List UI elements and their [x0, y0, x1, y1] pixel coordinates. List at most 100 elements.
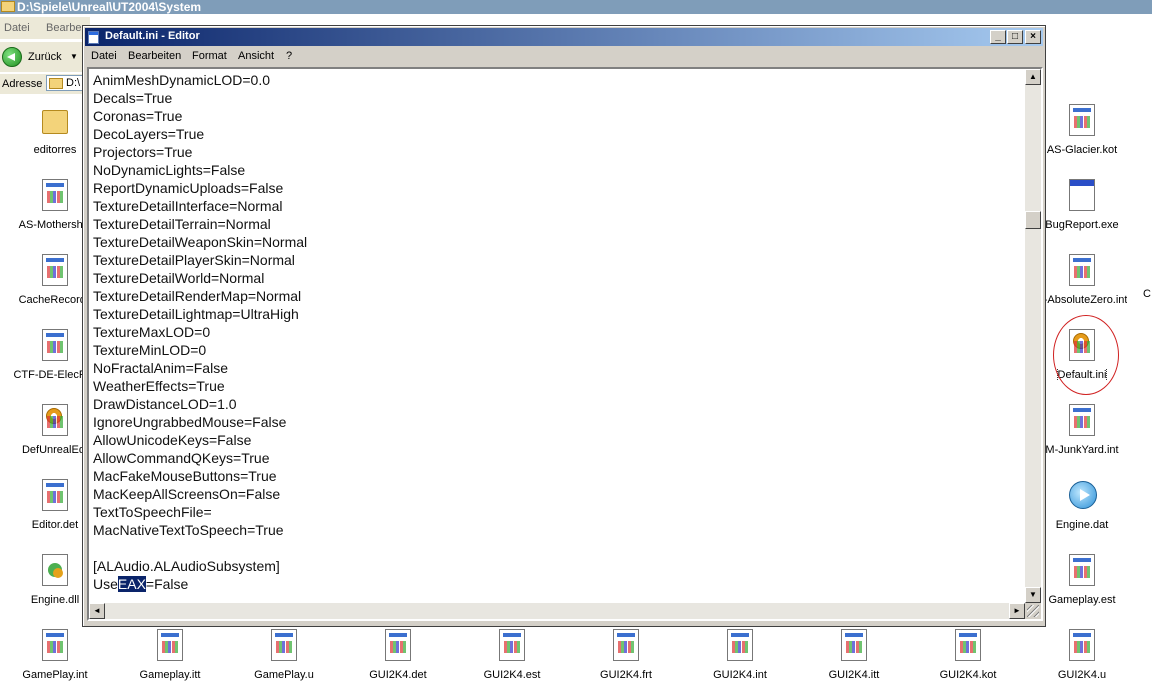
text-line-with-selection: UseEAX=False: [93, 575, 1023, 593]
file-label: GUI2K4.det: [369, 669, 427, 681]
file-label: GUI2K4.itt: [828, 669, 880, 681]
dll-file-icon: [42, 554, 68, 586]
file-item[interactable]: GUI2K4.frt: [581, 629, 671, 699]
text-line: TextureDetailRenderMap=Normal: [93, 288, 302, 304]
scroll-down-button[interactable]: ▼: [1025, 587, 1041, 603]
menu-help[interactable]: ?: [286, 50, 292, 62]
text-line: TextureDetailWorld=Normal: [93, 270, 265, 286]
config-file-icon: [841, 629, 867, 661]
text-line: TextureDetailInterface=Normal: [93, 198, 283, 214]
address-value: D:\: [66, 77, 81, 89]
file-item[interactable]: Gameplay.itt: [125, 629, 215, 699]
explorer-toolbar: Zurück ▼: [0, 42, 90, 72]
text-line: [93, 539, 1023, 557]
address-label: Adresse: [2, 78, 43, 90]
file-item[interactable]: GUI2K4.itt: [809, 629, 899, 699]
text-line: Projectors=True: [93, 144, 193, 160]
file-label-cutoff: C: [1143, 288, 1151, 300]
menu-bearbeiten[interactable]: Bearbeiten: [128, 50, 181, 62]
vertical-scroll-thumb[interactable]: [1025, 210, 1041, 229]
back-label: Zurück: [28, 51, 62, 63]
file-label: GUI2K4.kot: [939, 669, 997, 681]
notepad-menu-bar: Datei Bearbeiten Format Ansicht ?: [85, 47, 1043, 66]
notepad-title-bar[interactable]: Default.ini - Editor _ □ ×: [85, 28, 1043, 46]
menu-datei[interactable]: Datei: [91, 50, 117, 62]
vertical-scrollbar[interactable]: ▲ ▼: [1025, 69, 1041, 603]
file-item[interactable]: M-JunkYard.int: [1037, 404, 1127, 474]
file-item[interactable]: AS-Glacier.kot: [1037, 104, 1127, 174]
menu-ansicht[interactable]: Ansicht: [238, 50, 274, 62]
file-label: Gameplay.itt: [139, 669, 201, 681]
menu-format[interactable]: Format: [192, 50, 227, 62]
text-segment: =False: [145, 576, 189, 592]
selected-text: EAX: [117, 576, 146, 592]
settings-file-icon: [1069, 329, 1095, 361]
file-label: GamePlay.int: [22, 669, 88, 681]
text-line: AllowCommandQKeys=True: [93, 450, 270, 466]
back-button[interactable]: Zurück ▼: [2, 46, 84, 68]
file-item[interactable]: F-AbsoluteZero.int: [1037, 254, 1127, 324]
text-line: ReportDynamicUploads=False: [93, 180, 284, 196]
file-label: M-JunkYard.int: [1045, 444, 1119, 456]
maximize-button[interactable]: □: [1007, 30, 1023, 44]
scroll-up-button[interactable]: ▲: [1025, 69, 1041, 85]
text-line: TextureMinLOD=0: [93, 342, 207, 358]
explorer-menu-bar: Datei Bearbe: [0, 17, 90, 39]
text-line: NoFractalAnim=False: [93, 360, 228, 376]
file-item[interactable]: GUI2K4.int: [695, 629, 785, 699]
scroll-right-button[interactable]: ►: [1009, 603, 1025, 619]
config-file-icon: [1069, 554, 1095, 586]
config-file-icon: [727, 629, 753, 661]
text-line: Decals=True: [93, 90, 173, 106]
text-line: TextureDetailWeaponSkin=Normal: [93, 234, 308, 250]
file-item[interactable]: GamePlay.u: [239, 629, 329, 699]
explorer-menu-bearbeiten[interactable]: Bearbe: [46, 22, 81, 34]
file-item[interactable]: Engine.dat: [1037, 479, 1127, 549]
config-file-icon: [1069, 254, 1095, 286]
file-item[interactable]: GUI2K4.det: [353, 629, 443, 699]
horizontal-scrollbar[interactable]: ◄ ►: [89, 603, 1025, 619]
explorer-menu-datei[interactable]: Datei: [4, 22, 30, 34]
text-line: TextureDetailPlayerSkin=Normal: [93, 252, 295, 268]
config-file-icon: [42, 629, 68, 661]
text-line: AnimMeshDynamicLOD=0.0: [93, 72, 271, 88]
file-item[interactable]: GUI2K4.est: [467, 629, 557, 699]
config-file-icon: [385, 629, 411, 661]
notepad-title: Default.ini - Editor: [105, 30, 200, 42]
selected-file-label: Default.ini: [1056, 369, 1108, 381]
text-line: DecoLayers=True: [93, 126, 205, 142]
config-file-icon: [499, 629, 525, 661]
text-line: MacFakeMouseButtons=True: [93, 468, 277, 484]
media-play-icon: [1069, 481, 1097, 509]
file-item-selected[interactable]: Default.ini: [1037, 329, 1127, 399]
file-item[interactable]: GamePlay.int: [10, 629, 100, 699]
back-arrow-icon: [2, 47, 22, 67]
scroll-left-button[interactable]: ◄: [89, 603, 105, 619]
file-label: Engine.dat: [1055, 519, 1109, 531]
text-editor-area[interactable]: AnimMeshDynamicLOD=0.0 Decals=True Coronas…: [87, 67, 1043, 621]
file-item[interactable]: BugReport.exe: [1037, 179, 1127, 249]
config-file-icon: [42, 479, 68, 511]
file-label: GUI2K4.int: [713, 669, 767, 681]
file-item[interactable]: GUI2K4.kot: [923, 629, 1013, 699]
minimize-button[interactable]: _: [990, 30, 1006, 44]
config-file-icon: [613, 629, 639, 661]
close-button[interactable]: ×: [1025, 30, 1041, 44]
file-label: GUI2K4.frt: [600, 669, 652, 681]
config-file-icon: [42, 329, 68, 361]
application-icon: [1069, 179, 1095, 211]
text-line: Coronas=True: [93, 108, 183, 124]
config-file-icon: [1069, 404, 1095, 436]
explorer-title-bar: D:\Spiele\Unreal\UT2004\System: [0, 0, 1152, 14]
explorer-title: D:\Spiele\Unreal\UT2004\System: [17, 0, 202, 14]
file-item[interactable]: GUI2K4.u: [1037, 629, 1127, 699]
chevron-down-icon[interactable]: ▼: [70, 52, 78, 61]
text-line: MacKeepAllScreensOn=False: [93, 486, 281, 502]
notepad-window: Default.ini - Editor _ □ × Datei Bearbei…: [82, 25, 1046, 627]
address-bar: Adresse D:\: [0, 74, 106, 94]
editor-text[interactable]: AnimMeshDynamicLOD=0.0 Decals=True Coronas…: [93, 71, 1023, 601]
text-line: [ALAudio.ALAudioSubsystem]: [93, 558, 280, 574]
file-item[interactable]: Gameplay.est: [1037, 554, 1127, 624]
config-file-icon: [157, 629, 183, 661]
resize-corner[interactable]: [1025, 603, 1041, 619]
